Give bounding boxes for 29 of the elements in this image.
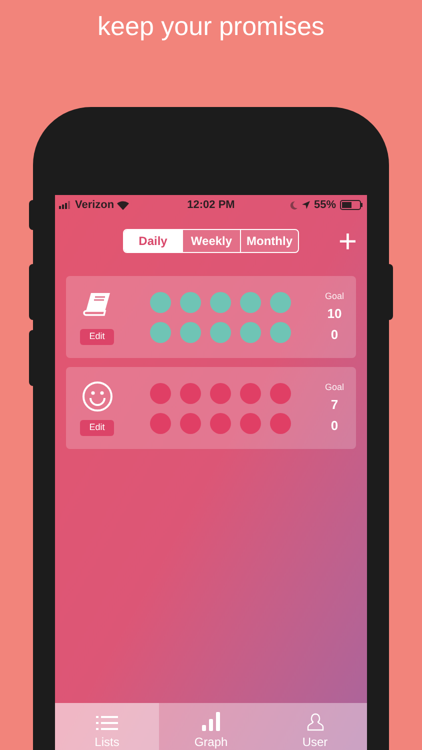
battery-percent: 55% — [314, 198, 336, 213]
add-button[interactable]: + — [338, 225, 357, 257]
edit-button[interactable]: Edit — [80, 328, 114, 344]
bottom-tab[interactable]: Graph — [159, 703, 263, 750]
list-icon — [96, 715, 118, 731]
status-time: 12:02 PM — [186, 198, 236, 213]
goal-value: 7 — [330, 396, 338, 414]
goal-label: Goal — [324, 290, 344, 302]
goal-label: Goal — [324, 380, 344, 392]
bar-chart-icon — [202, 712, 220, 731]
signal-icon — [59, 201, 72, 209]
period-tab[interactable]: Daily — [124, 230, 182, 252]
location-arrow-icon — [302, 201, 310, 209]
period-tab[interactable]: Monthly — [240, 230, 298, 252]
bottom-tab[interactable]: Lists — [55, 703, 159, 750]
carrier-name: Verizon — [75, 198, 114, 213]
count-value: 0 — [330, 326, 338, 344]
count-value: 0 — [330, 416, 338, 434]
edit-button[interactable]: Edit — [80, 420, 114, 436]
user-icon — [306, 713, 324, 731]
wifi-icon — [117, 200, 130, 210]
smiley-icon — [82, 380, 112, 412]
book-icon — [83, 292, 111, 318]
battery-icon — [340, 200, 363, 210]
bottom-tab[interactable]: User — [263, 703, 367, 750]
goal-value: 10 — [327, 304, 342, 322]
moon-icon — [290, 200, 298, 210]
headline: keep your promises — [98, 10, 324, 43]
period-tab[interactable]: Weekly — [182, 230, 240, 252]
